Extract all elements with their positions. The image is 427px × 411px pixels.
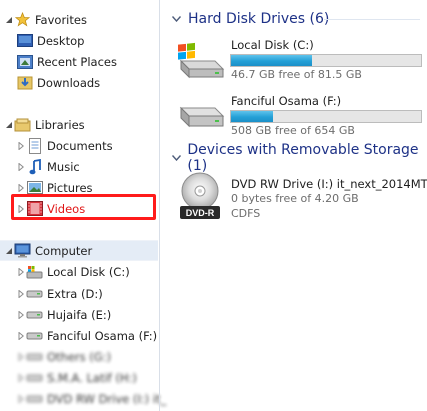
nav-item-label: Desktop bbox=[37, 33, 85, 48]
desktop-icon bbox=[16, 33, 33, 49]
drive-icon bbox=[26, 328, 43, 344]
nav-item-music[interactable]: Music bbox=[16, 157, 80, 176]
libraries-icon bbox=[14, 117, 31, 133]
collapse-group-icon[interactable] bbox=[172, 155, 181, 161]
drive-free-space: 508 GB free of 654 GB bbox=[231, 124, 355, 137]
drive-free-space: 46.7 GB free of 81.5 GB bbox=[231, 68, 362, 81]
dvd-r-label: DVD-R bbox=[186, 208, 215, 218]
drive-usage-bar bbox=[230, 54, 422, 67]
nav-item-label: Downloads bbox=[37, 75, 101, 90]
nav-item-dvd-drive-i[interactable]: DVD RW Drive (I:) it_ bbox=[16, 389, 166, 408]
drive-icon bbox=[26, 307, 43, 323]
videos-film-icon bbox=[26, 201, 43, 217]
collapsed-arrow-icon[interactable] bbox=[16, 204, 26, 214]
nav-favorites[interactable]: Favorites bbox=[4, 10, 87, 29]
dvd-drive-icon bbox=[26, 391, 43, 407]
nav-computer-label: Computer bbox=[35, 243, 93, 258]
nav-favorites-label: Favorites bbox=[35, 12, 87, 27]
pane-divider[interactable] bbox=[159, 0, 160, 411]
collapsed-arrow-icon[interactable] bbox=[16, 141, 26, 151]
nav-item-hujaifa-e[interactable]: Hujaifa (E:) bbox=[16, 305, 111, 324]
documents-icon bbox=[26, 137, 43, 154]
downloads-folder-icon bbox=[16, 75, 33, 91]
nav-item-label: Others (G:) bbox=[47, 349, 112, 364]
nav-item-label: Fanciful Osama (F:) bbox=[47, 328, 158, 343]
nav-item-label: DVD RW Drive (I:) it_ bbox=[47, 391, 167, 406]
device-name[interactable]: DVD RW Drive (I:) it_next_2014MT bbox=[231, 177, 427, 191]
system-drive-icon bbox=[26, 264, 43, 280]
device-filesystem: CDFS bbox=[231, 207, 261, 220]
collapsed-arrow-icon[interactable] bbox=[16, 373, 26, 383]
drive-usage-bar bbox=[230, 110, 422, 123]
computer-icon bbox=[14, 243, 31, 259]
drive-icon bbox=[26, 286, 43, 302]
nav-item-label: Music bbox=[47, 159, 80, 174]
nav-item-label: Pictures bbox=[47, 180, 93, 195]
drive-name[interactable]: Fanciful Osama (F:) bbox=[231, 94, 341, 108]
nav-item-extra-d[interactable]: Extra (D:) bbox=[16, 284, 103, 303]
nav-item-documents[interactable]: Documents bbox=[16, 136, 113, 155]
collapsed-arrow-icon[interactable] bbox=[16, 352, 26, 362]
nav-item-downloads[interactable]: Downloads bbox=[16, 73, 100, 92]
music-note-icon bbox=[26, 158, 43, 175]
nav-item-label: Videos bbox=[47, 201, 86, 216]
nav-computer[interactable]: Computer bbox=[0, 240, 158, 261]
nav-item-label: Documents bbox=[47, 138, 113, 153]
navigation-pane[interactable]: Favorites Desktop Recent Places Download… bbox=[0, 0, 166, 411]
nav-item-label: S.M.A. Latif (H:) bbox=[47, 370, 137, 385]
collapsed-arrow-icon[interactable] bbox=[16, 289, 26, 299]
nav-item-recent-places[interactable]: Recent Places bbox=[16, 52, 117, 71]
group-heading: Devices with Removable Storage (1) bbox=[187, 142, 419, 174]
nav-item-label: Recent Places bbox=[37, 54, 117, 69]
nav-item-desktop[interactable]: Desktop bbox=[16, 31, 84, 50]
windows-system-drive-icon bbox=[175, 37, 227, 81]
collapse-group-icon[interactable] bbox=[172, 16, 182, 22]
nav-libraries[interactable]: Libraries bbox=[4, 115, 85, 134]
hard-drive-icon bbox=[175, 96, 227, 140]
nav-item-label: Local Disk (C:) bbox=[47, 264, 130, 279]
drive-usage-fill bbox=[231, 111, 274, 122]
nav-item-local-disk-c[interactable]: Local Disk (C:) bbox=[16, 262, 130, 281]
star-icon bbox=[14, 12, 31, 28]
collapsed-arrow-icon[interactable] bbox=[16, 310, 26, 320]
nav-libraries-label: Libraries bbox=[35, 117, 85, 132]
collapsed-arrow-icon[interactable] bbox=[16, 331, 26, 341]
group-heading: Hard Disk Drives (6) bbox=[188, 11, 330, 27]
nav-item-videos[interactable]: Videos bbox=[16, 199, 85, 218]
collapsed-arrow-icon[interactable] bbox=[16, 183, 26, 193]
nav-item-fanciful-osama-f[interactable]: Fanciful Osama (F:) bbox=[16, 326, 157, 345]
collapsed-arrow-icon[interactable] bbox=[16, 394, 26, 404]
drive-icon bbox=[26, 370, 43, 386]
collapsed-arrow-icon[interactable] bbox=[16, 267, 26, 277]
nav-item-latif-h[interactable]: S.M.A. Latif (H:) bbox=[16, 368, 137, 387]
recent-places-icon bbox=[16, 54, 33, 70]
nav-item-label: Extra (D:) bbox=[47, 286, 103, 301]
drive-usage-fill bbox=[231, 55, 313, 66]
group-divider-line bbox=[324, 19, 420, 20]
nav-item-label: Hujaifa (E:) bbox=[47, 307, 112, 322]
expanded-arrow-icon[interactable] bbox=[4, 246, 14, 256]
device-free-space: 0 bytes free of 4.20 GB bbox=[231, 192, 359, 205]
expanded-arrow-icon[interactable] bbox=[4, 15, 14, 25]
collapsed-arrow-icon[interactable] bbox=[16, 162, 26, 172]
drive-icon bbox=[26, 349, 43, 365]
expanded-arrow-icon[interactable] bbox=[4, 120, 14, 130]
dvd-r-disc-icon: DVD-R bbox=[178, 171, 222, 223]
removable-storage-group-header[interactable]: Devices with Removable Storage (1) bbox=[172, 142, 427, 174]
hard-disk-drives-group-header[interactable]: Hard Disk Drives (6) bbox=[172, 9, 329, 29]
nav-item-others-g[interactable]: Others (G:) bbox=[16, 347, 111, 366]
drive-name[interactable]: Local Disk (C:) bbox=[231, 38, 314, 52]
